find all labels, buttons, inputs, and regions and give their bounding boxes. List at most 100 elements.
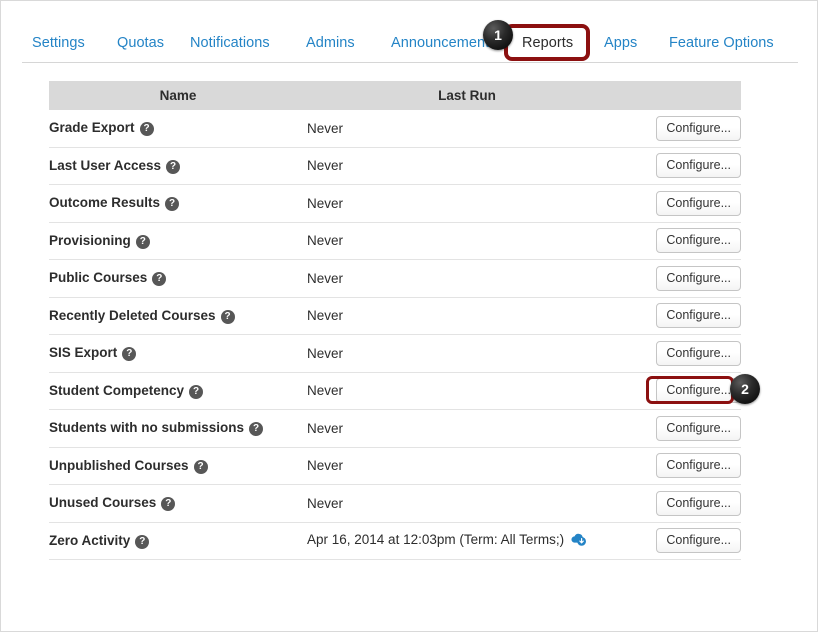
table-row: SIS Export? Never Configure... [49, 334, 741, 373]
action-cell: Configure... [627, 297, 741, 335]
last-run-value: Never [307, 458, 344, 474]
help-icon[interactable]: ? [122, 347, 137, 362]
column-header-last-run: Last Run [307, 81, 627, 110]
help-icon[interactable]: ? [152, 272, 167, 287]
last-run-value: Never [307, 383, 344, 399]
column-header-action [627, 81, 741, 110]
last-run-value: Apr 16, 2014 at 12:03pm (Term: All Terms… [307, 531, 565, 547]
table-row: Zero Activity? Apr 16, 2014 at 12:03pm (T… [49, 522, 741, 560]
report-name-cell: Provisioning? [49, 222, 307, 260]
table-row: Last User Access? Never Configure... [49, 147, 741, 185]
configure-button[interactable]: Configure... [656, 528, 741, 554]
help-icon[interactable]: ? [166, 159, 181, 174]
action-cell: Configure... [627, 409, 741, 448]
report-name-cell: Outcome Results? [49, 184, 307, 223]
report-name-label: Unpublished Courses [49, 457, 189, 473]
last-run-cell: Never [307, 222, 627, 260]
configure-button[interactable]: Configure... [656, 190, 741, 216]
help-icon[interactable]: ? [135, 234, 150, 249]
reports-table: Name Last Run Grade Export? Never Configur… [49, 81, 741, 560]
column-header-name: Name [49, 81, 307, 110]
configure-button[interactable]: Configure... [656, 228, 741, 254]
last-run-cell: Apr 16, 2014 at 12:03pm (Term: All Terms… [307, 522, 627, 560]
configure-button[interactable]: Configure... [656, 378, 741, 404]
settings-tab-bar: Settings Quotas Notifications Admins Ann… [1, 1, 817, 63]
tab-bar-divider [22, 62, 798, 63]
report-name-label: Grade Export [49, 120, 135, 136]
cloud-download-icon[interactable] [570, 532, 587, 550]
table-row: Outcome Results? Never Configure... [49, 184, 741, 223]
help-icon[interactable]: ? [220, 309, 235, 324]
report-name-cell: Unused Courses? [49, 484, 307, 523]
reports-table-body: Grade Export? Never Configure... Last User … [49, 110, 741, 560]
last-run-cell: Never [307, 409, 627, 448]
action-cell: Configure... [627, 184, 741, 223]
last-run-value: Never [307, 345, 344, 361]
table-row: Unused Courses? Never Configure... [49, 484, 741, 523]
last-run-value: Never [307, 120, 344, 136]
report-name-cell: Student Competency? [49, 372, 307, 410]
action-cell: Configure... [627, 372, 741, 410]
table-row: Students with no submissions? Never Config… [49, 409, 741, 448]
tab-apps[interactable]: Apps [604, 34, 637, 52]
tab-feature-options[interactable]: Feature Options [669, 34, 774, 52]
last-run-value: Never [307, 308, 344, 324]
action-cell: Configure... [627, 259, 741, 298]
tab-reports[interactable]: Reports [522, 34, 573, 52]
report-name-cell: SIS Export? [49, 334, 307, 373]
last-run-cell: Never [307, 334, 627, 373]
last-run-cell: Never [307, 184, 627, 223]
table-row: Grade Export? Never Configure... [49, 110, 741, 148]
help-icon[interactable]: ? [193, 459, 208, 474]
configure-button[interactable]: Configure... [656, 340, 741, 366]
tab-admins[interactable]: Admins [306, 34, 355, 52]
help-icon[interactable]: ? [161, 497, 176, 512]
report-name-cell: Recently Deleted Courses? [49, 297, 307, 335]
action-cell: Configure... [627, 334, 741, 373]
last-run-value: Never [307, 195, 344, 211]
action-cell: Configure... [627, 484, 741, 523]
configure-button[interactable]: Configure... [656, 115, 741, 141]
help-icon[interactable]: ? [189, 384, 204, 399]
last-run-cell: Never [307, 372, 627, 410]
configure-button[interactable]: Configure... [656, 265, 741, 291]
table-header-row: Name Last Run [49, 81, 741, 110]
report-name-label: Students with no submissions [49, 420, 245, 436]
tab-notifications[interactable]: Notifications [190, 34, 270, 52]
report-name-label: Student Competency [49, 382, 185, 398]
table-row: Unpublished Courses? Never Configure... [49, 447, 741, 485]
annotation-badge-1: 1 [483, 20, 513, 50]
last-run-value: Never [307, 420, 344, 436]
configure-button[interactable]: Configure... [656, 415, 741, 441]
report-name-label: Provisioning [49, 232, 131, 248]
last-run-cell: Never [307, 297, 627, 335]
report-name-cell: Last User Access? [49, 147, 307, 185]
help-icon[interactable]: ? [139, 122, 154, 137]
tab-announcements[interactable]: Announcements [391, 34, 496, 52]
last-run-value: Never [307, 233, 344, 249]
table-row: Public Courses? Never Configure... [49, 259, 741, 298]
last-run-cell: Never [307, 259, 627, 298]
report-name-cell: Grade Export? [49, 110, 307, 148]
last-run-cell: Never [307, 484, 627, 523]
report-name-label: Public Courses [49, 270, 148, 286]
last-run-value: Never [307, 270, 344, 286]
report-name-cell: Zero Activity? [49, 522, 307, 560]
reports-page: Settings Quotas Notifications Admins Ann… [0, 0, 818, 632]
help-icon[interactable]: ? [249, 422, 264, 437]
help-icon[interactable]: ? [165, 197, 180, 212]
configure-button[interactable]: Configure... [656, 490, 741, 516]
help-icon[interactable]: ? [135, 534, 150, 549]
configure-button[interactable]: Configure... [656, 453, 741, 479]
table-row: Recently Deleted Courses? Never Configure.… [49, 297, 741, 335]
report-name-label: Recently Deleted Courses [49, 307, 216, 323]
report-name-label: Unused Courses [49, 495, 157, 511]
last-run-cell: Never [307, 147, 627, 185]
table-row: Provisioning? Never Configure... [49, 222, 741, 260]
action-cell: Configure... [627, 110, 741, 148]
report-name-cell: Students with no submissions? [49, 409, 307, 448]
tab-settings[interactable]: Settings [32, 34, 85, 52]
configure-button[interactable]: Configure... [656, 303, 741, 329]
tab-quotas[interactable]: Quotas [117, 34, 164, 52]
configure-button[interactable]: Configure... [656, 153, 741, 179]
